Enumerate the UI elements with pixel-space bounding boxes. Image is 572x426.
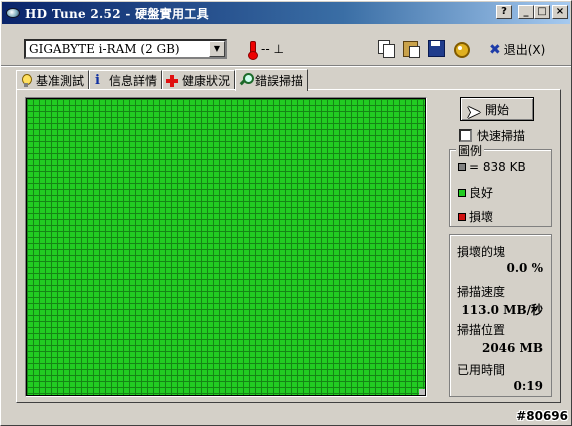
app-window: HD Tune 2.52 - 硬盤實用工具 ? _ □ × GIGABYTE i… — [0, 0, 572, 426]
title-bar[interactable]: HD Tune 2.52 - 硬盤實用工具 ? _ □ × — [2, 2, 570, 24]
legend-group: 圖例 = 838 KB 良好 損壞 — [449, 142, 552, 227]
legend-label: 損壞 — [469, 210, 494, 224]
drive-select-value: GIGABYTE i-RAM (2 GB) — [29, 42, 180, 56]
mouse-cursor-icon: ➤ — [466, 102, 482, 123]
tab-label: 信息詳情 — [109, 74, 158, 88]
exit-button[interactable]: ✖ 退出(X) — [489, 41, 545, 58]
thermometer-icon — [248, 41, 258, 60]
scan-position-label: 掃描位置 — [457, 323, 506, 337]
temperature-value: -- ⊥ — [261, 42, 284, 56]
damaged-blocks-label: 損壞的塊 — [457, 245, 506, 259]
hd-tune-app-icon — [5, 5, 21, 21]
magnifier-icon — [239, 73, 255, 87]
legend-item: 良好 — [458, 184, 493, 201]
legend-swatch-block-size — [458, 163, 466, 171]
elapsed-time-label: 已用時間 — [457, 363, 506, 377]
paste-icon[interactable] — [402, 39, 420, 58]
close-button[interactable]: × — [552, 5, 568, 19]
options-icon[interactable] — [452, 39, 470, 58]
legend-item: = 838 KB — [458, 160, 526, 174]
maximize-button[interactable]: □ — [534, 5, 550, 19]
legend-label: = 838 KB — [469, 160, 526, 174]
tab-health[interactable]: 健康狀況 — [162, 70, 236, 90]
elapsed-time-value: 0:19 — [513, 379, 543, 393]
save-icon[interactable] — [427, 39, 445, 57]
legend-title: 圖例 — [456, 142, 485, 159]
tab-benchmark[interactable]: 基准測試 — [16, 70, 90, 90]
tab-label: 基准測試 — [36, 74, 85, 88]
chevron-down-icon[interactable]: ▼ — [209, 41, 225, 57]
bulb-icon — [20, 73, 32, 88]
health-icon — [166, 74, 179, 88]
tab-label: 錯誤掃描 — [255, 73, 304, 88]
scan-position-value: 2046 MB — [481, 341, 543, 355]
temperature-display: -- ⊥ — [248, 41, 284, 60]
scan-blocks-good — [27, 99, 425, 395]
drive-select[interactable]: GIGABYTE i-RAM (2 GB) ▼ — [24, 39, 227, 59]
legend-swatch-good — [458, 188, 466, 197]
toolbar-divider — [1, 65, 571, 67]
start-button-label: 開始 — [484, 102, 509, 117]
legend-swatch-damaged — [458, 212, 466, 221]
help-button[interactable]: ? — [496, 5, 512, 19]
scan-block-pending — [419, 389, 425, 395]
tab-bar: 基准測試 信息詳情 健康狀況 錯誤掃描 — [16, 68, 309, 91]
scan-speed-value: 113.0 MB/秒 — [461, 303, 543, 317]
legend-label: 良好 — [469, 186, 494, 200]
tab-label: 健康狀況 — [182, 74, 231, 88]
copy-icon[interactable] — [377, 39, 395, 58]
tab-error-scan[interactable]: 錯誤掃描 — [235, 69, 309, 91]
error-scan-panel: 開始 ➤ 快速掃描 圖例 = 838 KB 良好 損壞 損壞的塊 0.0 % 掃… — [16, 89, 561, 403]
scan-stats-group: 損壞的塊 0.0 % 掃描速度 113.0 MB/秒 掃描位置 2046 MB … — [449, 234, 552, 397]
exit-icon: ✖ — [489, 41, 501, 58]
damaged-blocks-value: 0.0 % — [506, 261, 543, 275]
scan-speed-label: 掃描速度 — [457, 285, 506, 299]
exit-label: 退出(X) — [503, 43, 546, 57]
info-icon — [93, 73, 105, 88]
toolbar: GIGABYTE i-RAM (2 GB) ▼ -- ⊥ ✖ 退出(X) — [1, 31, 571, 67]
watermark: #80696 — [516, 409, 568, 423]
quick-scan-checkbox[interactable] — [459, 129, 472, 142]
quick-scan-label: 快速掃描 — [477, 129, 526, 143]
minimize-button[interactable]: _ — [518, 5, 534, 19]
window-title: HD Tune 2.52 - 硬盤實用工具 — [25, 6, 209, 21]
tab-info[interactable]: 信息詳情 — [89, 70, 163, 90]
scan-block-grid — [25, 97, 427, 397]
legend-item: 損壞 — [458, 208, 493, 225]
